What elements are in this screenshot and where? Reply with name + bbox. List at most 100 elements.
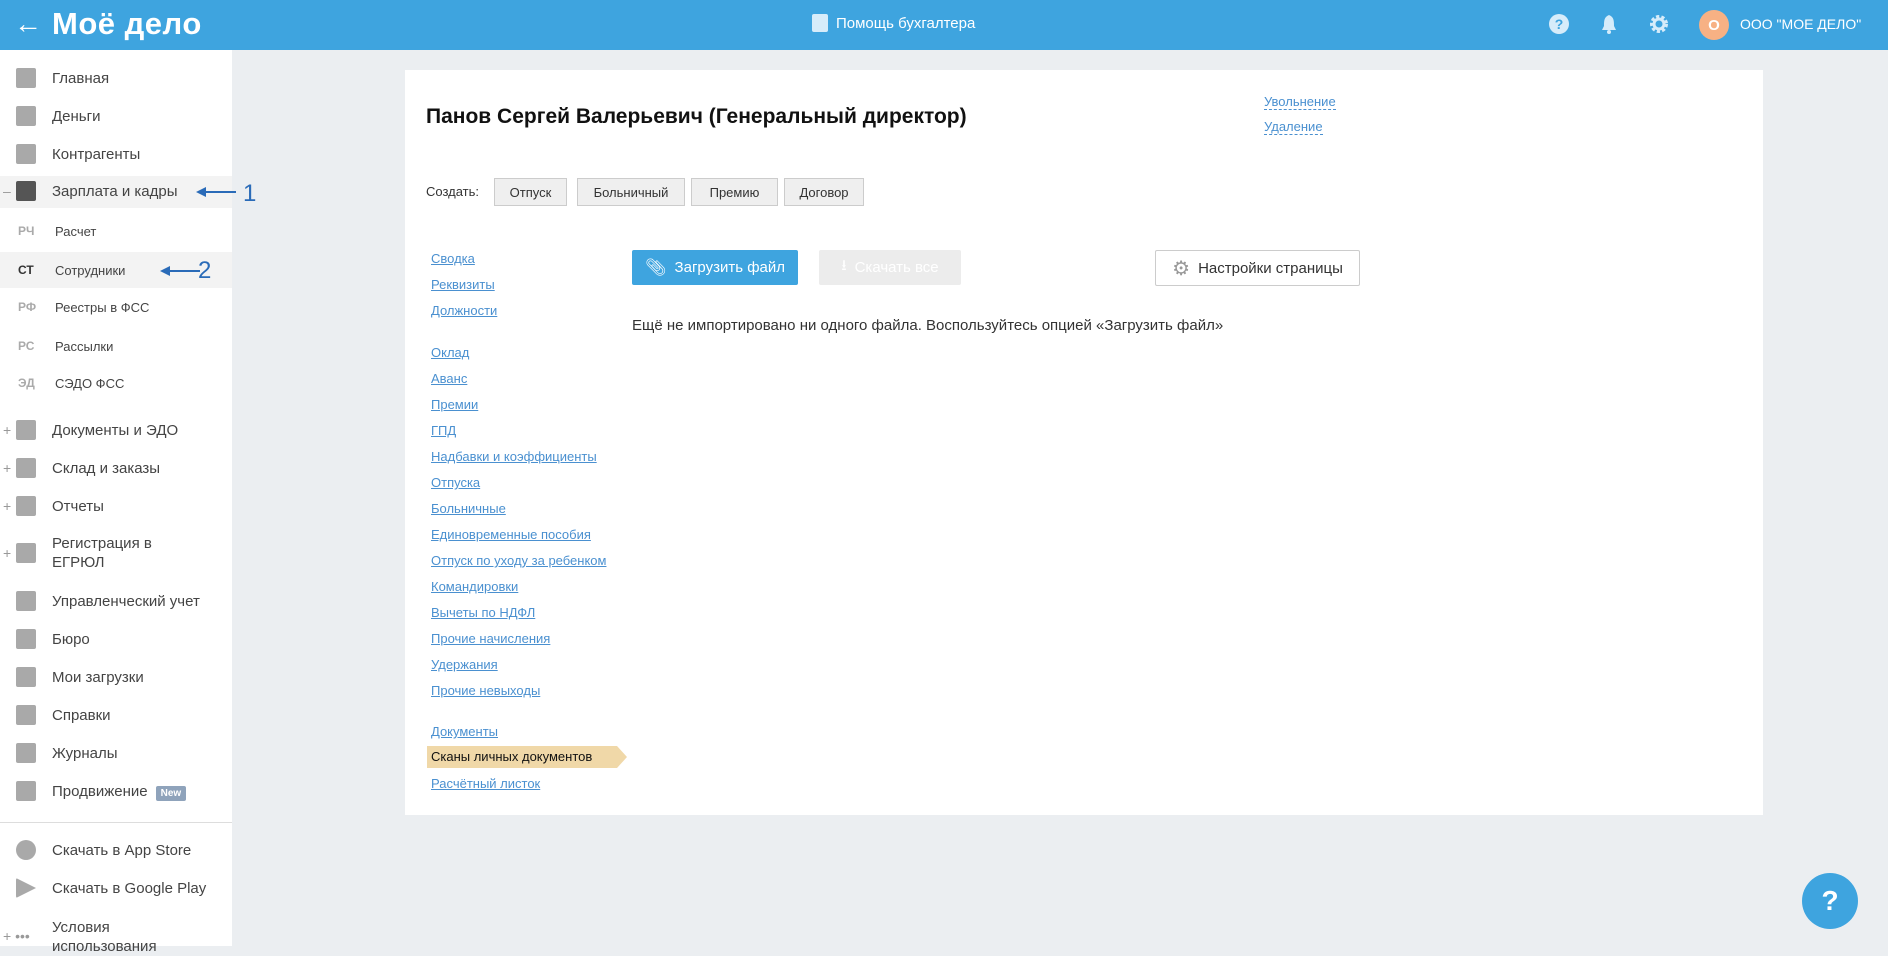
expand-icon[interactable]: + — [3, 460, 11, 476]
sidebar-item-management[interactable]: Управленческий учет — [0, 591, 232, 611]
nav-other-accruals[interactable]: Прочие начисления — [431, 631, 550, 646]
label: Мои загрузки — [52, 668, 144, 686]
label: Управленческий учет — [52, 592, 200, 610]
expand-icon[interactable]: + — [3, 498, 11, 514]
label: Расчет — [55, 223, 97, 239]
sidebar-item-app-store[interactable]: Скачать в App Store — [0, 840, 232, 860]
create-sick-leave-button[interactable]: Больничный — [577, 178, 685, 206]
sidebar-item-contractors[interactable]: Контрагенты — [0, 144, 232, 164]
annotation-arrow-1 — [196, 187, 236, 197]
accountant-help-label: Помощь бухгалтера — [836, 14, 976, 32]
create-bonus-button[interactable]: Премию — [691, 178, 778, 206]
sidebar-item-reports[interactable]: + Отчеты — [0, 496, 232, 516]
nav-other-absences[interactable]: Прочие невыходы — [431, 683, 540, 698]
create-label: Создать: — [426, 184, 480, 199]
label: Отчеты — [52, 497, 104, 515]
annotation-arrow-2 — [160, 266, 200, 276]
label: СЭДО ФСС — [55, 375, 125, 391]
expand-icon[interactable]: + — [3, 422, 11, 438]
create-vacation-button[interactable]: Отпуск — [494, 178, 567, 206]
nav-tax-deductions[interactable]: Вычеты по НДФЛ — [431, 605, 535, 620]
accountant-help-link[interactable]: Помощь бухгалтера — [812, 14, 975, 32]
sidebar-item-uploads[interactable]: Мои загрузки — [0, 667, 232, 687]
sidebar-item-registration[interactable]: + Регистрация в ЕГРЮЛ — [0, 533, 232, 573]
nav-parental-leave[interactable]: Отпуск по уходу за ребенком — [431, 553, 606, 568]
registration-icon — [16, 543, 36, 563]
help-icon[interactable]: ? — [1548, 13, 1570, 35]
employee-panel: Панов Сергей Валерьевич (Генеральный дир… — [405, 70, 1763, 815]
label: Сотрудники — [55, 262, 126, 278]
sidebar-subitem-mailings[interactable]: РС Рассылки — [0, 337, 232, 355]
home-icon — [16, 68, 36, 88]
divider — [0, 822, 232, 823]
more-icon[interactable]: + ••• — [3, 928, 30, 944]
sidebar-item-bureau[interactable]: Бюро — [0, 629, 232, 649]
sidebar-item-money[interactable]: Деньги — [0, 106, 232, 126]
back-arrow-icon[interactable]: ← — [14, 8, 42, 40]
label: Скачать в Google Play — [52, 879, 207, 897]
download-all-button[interactable]: ⭳ Скачать все — [819, 250, 961, 285]
nav-bonuses[interactable]: Премии — [431, 397, 478, 412]
label: Справки — [52, 706, 111, 724]
paperclip-icon: 📎︎ — [644, 257, 667, 277]
label: Рассылки — [55, 338, 114, 354]
sidebar-item-documents[interactable]: + Документы и ЭДО — [0, 420, 232, 440]
empty-message: Ещё не импортировано ни одного файла. Во… — [632, 317, 1224, 334]
nav-business-trips[interactable]: Командировки — [431, 579, 518, 594]
nav-one-time-benefits[interactable]: Единовременные пособия — [431, 527, 591, 542]
nav-sick-leaves[interactable]: Больничные — [431, 501, 506, 516]
dismiss-link[interactable]: Увольнение — [1264, 94, 1336, 110]
nav-personal-scans-active[interactable]: Сканы личных документов — [427, 746, 627, 768]
nav-documents[interactable]: Документы — [431, 724, 498, 739]
report-icon — [16, 496, 36, 516]
sidebar-subitem-registries[interactable]: РФ Реестры в ФСС — [0, 298, 232, 316]
sidebar-item-home[interactable]: Главная — [0, 68, 232, 88]
sidebar-subitem-sedo[interactable]: ЭД СЭДО ФСС — [0, 374, 232, 392]
money-icon — [16, 106, 36, 126]
nav-salary[interactable]: Оклад — [431, 345, 469, 360]
delete-link[interactable]: Удаление — [1264, 119, 1323, 135]
upload-file-button[interactable]: 📎︎ Загрузить файл — [632, 250, 798, 285]
nav-summary[interactable]: Сводка — [431, 251, 475, 266]
nav-details[interactable]: Реквизиты — [431, 277, 495, 292]
bell-icon[interactable] — [1598, 13, 1620, 35]
avatar[interactable]: О — [1699, 10, 1729, 40]
sidebar-item-references[interactable]: Справки — [0, 705, 232, 725]
cashbox-icon — [812, 14, 828, 32]
nav-advance[interactable]: Аванс — [431, 371, 467, 386]
sidebar-item-warehouse[interactable]: + Склад и заказы — [0, 458, 232, 478]
sidebar-item-promotion[interactable]: Продвижение New — [0, 781, 232, 801]
create-contract-button[interactable]: Договор — [784, 178, 864, 206]
sidebar-item-journals[interactable]: Журналы — [0, 743, 232, 763]
nav-allowances[interactable]: Надбавки и коэффициенты — [431, 449, 597, 464]
folder-icon — [16, 420, 36, 440]
abbr: РЧ — [18, 224, 35, 238]
person-icon — [16, 144, 36, 164]
label: Контрагенты — [52, 145, 141, 163]
nav-payslip[interactable]: Расчётный листок — [431, 776, 540, 791]
expand-icon[interactable]: + — [3, 545, 11, 561]
promotion-label: Продвижение — [52, 782, 148, 800]
sidebar-item-google-play[interactable]: Скачать в Google Play — [0, 878, 232, 898]
briefcase-icon — [16, 629, 36, 649]
collapse-icon[interactable]: – — [3, 183, 11, 199]
page-settings-button[interactable]: ⚙ Настройки страницы — [1155, 250, 1360, 286]
svg-text:?: ? — [1555, 16, 1564, 32]
reference-icon — [16, 705, 36, 725]
label: Документы и ЭДО — [52, 421, 179, 439]
help-fab-button[interactable]: ? — [1802, 873, 1858, 929]
label: Скачать в App Store — [52, 841, 192, 859]
nav-gpd[interactable]: ГПД — [431, 423, 456, 438]
folder-icon — [16, 667, 36, 687]
upload-label: Загрузить файл — [674, 259, 786, 276]
download-icon: ⭳ — [841, 257, 847, 274]
organization-name[interactable]: ООО "МОЕ ДЕЛО" — [1740, 16, 1861, 32]
abbr: РФ — [18, 300, 37, 314]
gear-icon[interactable] — [1648, 13, 1670, 35]
nav-vacations[interactable]: Отпуска — [431, 475, 480, 490]
logo[interactable]: Моё дело — [52, 6, 202, 42]
sidebar-item-terms[interactable]: + ••• Условия использования — [0, 916, 232, 956]
sidebar-subitem-calc[interactable]: РЧ Расчет — [0, 222, 232, 240]
nav-deductions[interactable]: Удержания — [431, 657, 498, 672]
nav-positions[interactable]: Должности — [431, 303, 497, 318]
